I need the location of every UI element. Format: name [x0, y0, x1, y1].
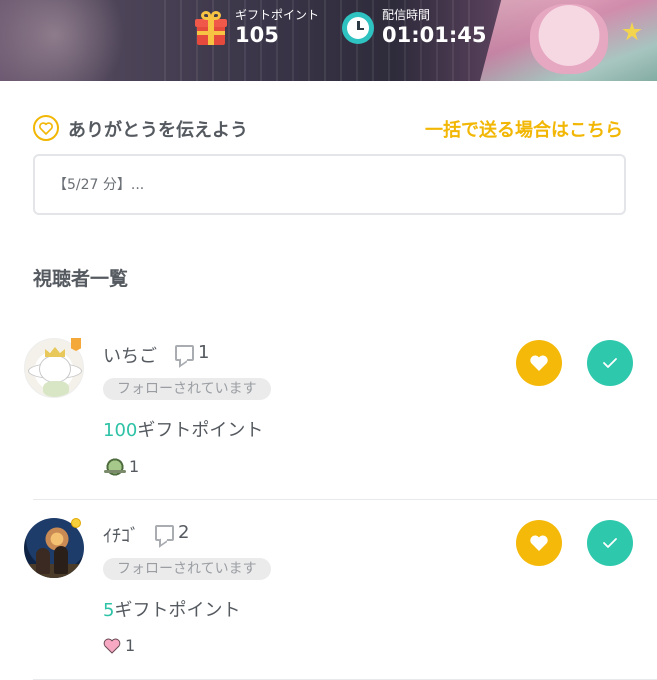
bulk-send-link[interactable]: 一括で送る場合はこちら — [425, 116, 623, 142]
broadcast-time-value: 01:01:45 — [382, 23, 487, 47]
check-button[interactable] — [587, 520, 633, 566]
heart-icon — [530, 355, 548, 371]
thanks-header: ありがとうを伝えよう 一括で送る場合はこちら — [33, 114, 625, 142]
gift-points-line: 100ギフトポイント — [103, 416, 263, 442]
comment-count: 1 — [175, 342, 209, 363]
heart-outline-icon — [33, 115, 59, 141]
gift-points-line: 5ギフトポイント — [103, 596, 240, 622]
heart-icon — [530, 535, 548, 551]
clock-icon — [342, 12, 374, 44]
broadcast-time-label: 配信時間 — [382, 8, 431, 22]
comment-count-value: 2 — [178, 522, 190, 543]
gift-points-number: 100 — [103, 420, 138, 441]
gift-points-suffix: ギフトポイント — [137, 420, 264, 441]
bear-character-image — [530, 4, 608, 74]
gift-box-icon — [195, 11, 227, 45]
viewers-section-title: 視聴者一覧 — [33, 268, 129, 290]
gift-item-count: 1 — [125, 636, 136, 655]
gift-points-value: 105 — [235, 23, 279, 47]
comment-icon — [175, 344, 194, 361]
send-heart-button[interactable] — [516, 520, 562, 566]
bug-sticker-icon — [103, 456, 127, 476]
check-icon — [603, 538, 617, 548]
thanks-message-input[interactable] — [33, 154, 626, 215]
gift-item-row: 1 — [103, 456, 139, 476]
pink-heart-icon — [103, 638, 121, 654]
send-heart-button[interactable] — [516, 340, 562, 386]
check-icon — [603, 358, 617, 368]
comment-count: 2 — [155, 522, 189, 543]
gift-points-label: ギフトポイント — [235, 8, 320, 22]
viewer-row: いちご 1 フォローされています 100ギフトポイント 1 — [0, 320, 657, 500]
check-button[interactable] — [587, 340, 633, 386]
gift-points-number: 5 — [103, 600, 115, 621]
comment-count-value: 1 — [198, 342, 210, 363]
header-banner: ギフトポイント 105 配信時間 01:01:45 — [0, 0, 657, 81]
gift-points-suffix: ギフトポイント — [114, 600, 241, 621]
rank-badge-icon — [71, 518, 81, 528]
comment-icon — [155, 524, 174, 541]
gift-item-count: 1 — [129, 456, 140, 476]
gift-points-stat: ギフトポイント 105 — [195, 8, 319, 48]
viewer-name: ｲﾁｺﾞ — [103, 526, 139, 547]
viewer-name: いちご — [103, 346, 157, 367]
thanks-title: ありがとうを伝えよう — [68, 120, 248, 141]
follow-status-badge: フォローされています — [103, 558, 271, 580]
rank-badge-icon — [71, 338, 81, 351]
follow-status-badge: フォローされています — [103, 378, 271, 400]
gift-item-row: 1 — [103, 636, 135, 655]
banner-decoration — [0, 0, 130, 81]
broadcast-time-stat: 配信時間 01:01:45 — [342, 8, 486, 48]
viewer-row: ｲﾁｺﾞ 2 フォローされています 5ギフトポイント 1 — [0, 500, 657, 680]
